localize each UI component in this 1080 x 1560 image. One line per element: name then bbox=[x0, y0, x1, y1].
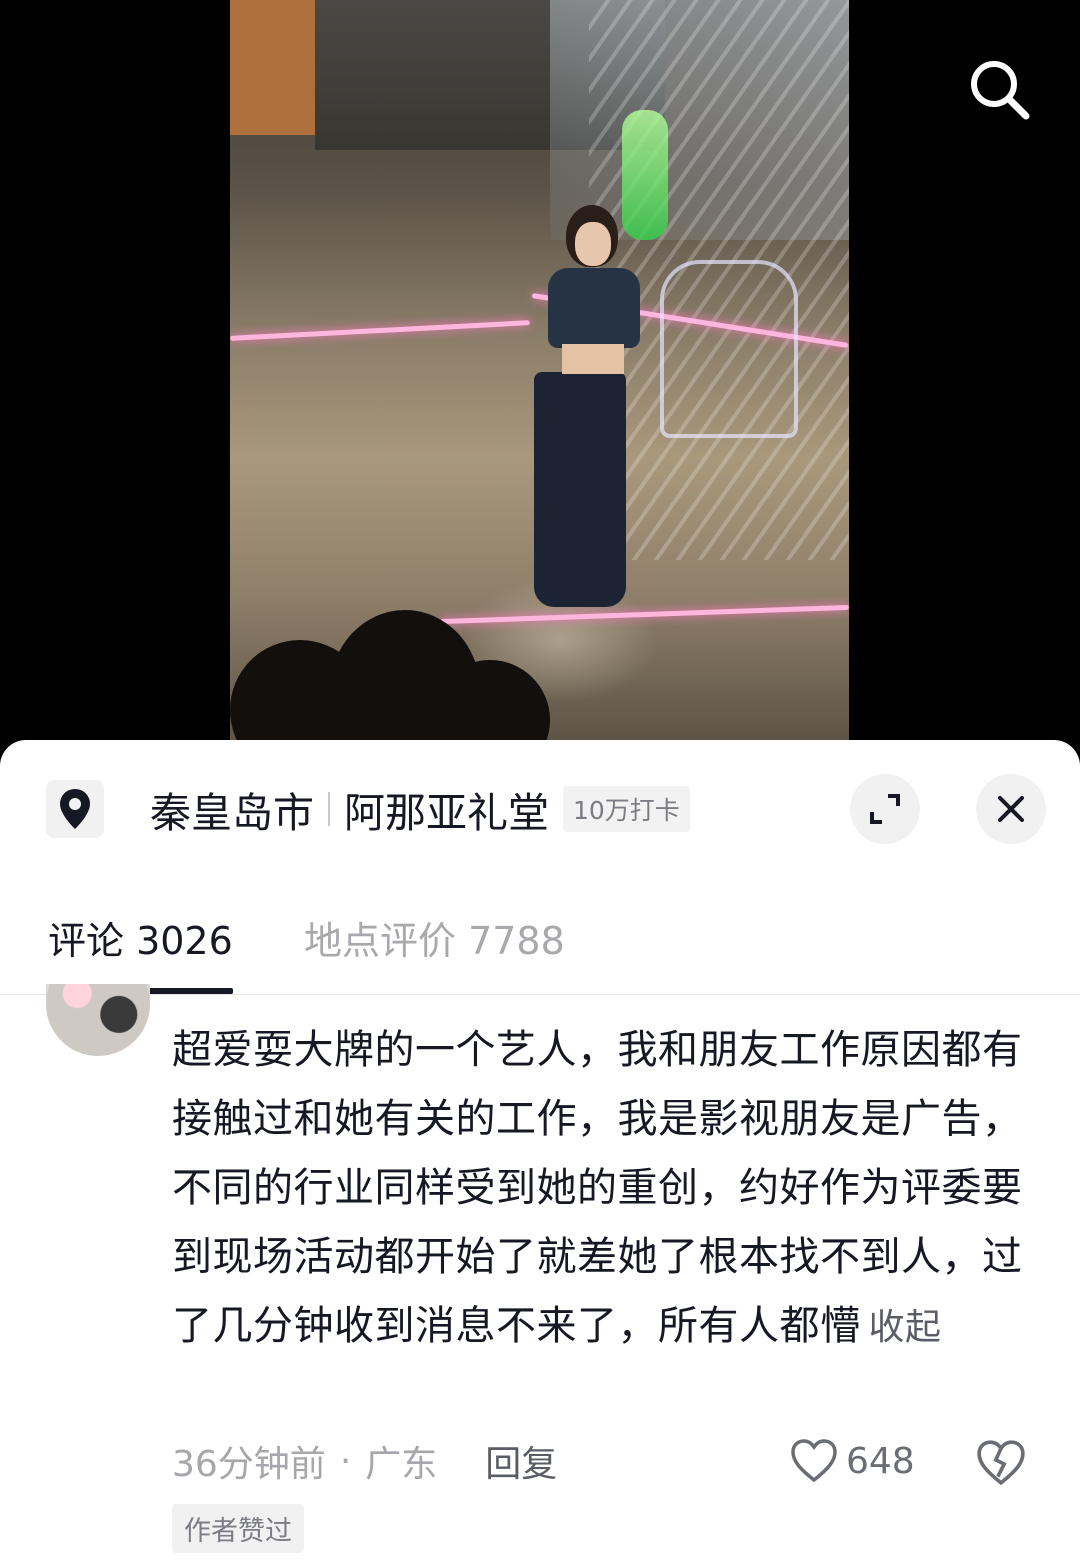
comments-sheet: 秦皇岛市 阿那亚礼堂 10万打卡 评论 3026 地点评价 7788 超爱耍大牌… bbox=[0, 740, 1080, 1560]
performer-top bbox=[548, 268, 640, 348]
comment-meta: 36分钟前 · 广东 回复 bbox=[172, 1434, 557, 1488]
heart-icon bbox=[791, 1439, 837, 1483]
reply-button[interactable]: 回复 bbox=[485, 1435, 557, 1487]
video-player[interactable] bbox=[0, 0, 1080, 760]
comment-time: 36分钟前 bbox=[172, 1444, 326, 1485]
avatar[interactable] bbox=[46, 984, 150, 1056]
tab-place-reviews[interactable]: 地点评价 7788 bbox=[304, 910, 565, 965]
location-title[interactable]: 秦皇岛市 阿那亚礼堂 10万打卡 bbox=[150, 782, 690, 837]
expand-icon bbox=[870, 794, 900, 824]
like-count: 648 bbox=[846, 1440, 915, 1482]
like-button[interactable]: 648 bbox=[790, 1434, 915, 1488]
tab-comments[interactable]: 评论 3026 bbox=[48, 910, 233, 965]
author-liked-badge: 作者赞过 bbox=[172, 1504, 304, 1553]
video-frame[interactable] bbox=[230, 0, 849, 740]
comment-tabs: 评论 3026 地点评价 7788 bbox=[0, 890, 1080, 995]
acrylic-chair bbox=[660, 260, 798, 438]
search-button[interactable] bbox=[962, 52, 1036, 126]
comment-text: 超爱耍大牌的一个艺人，我和朋友工作原因都有接触过和她有关的工作，我是影视朋友是广… bbox=[172, 1027, 1023, 1349]
expand-button[interactable] bbox=[850, 774, 920, 844]
neon-line-left bbox=[230, 320, 530, 341]
avatar-image bbox=[46, 984, 150, 1056]
location-bar[interactable]: 秦皇岛市 阿那亚礼堂 10万打卡 bbox=[0, 774, 1080, 844]
performer-face bbox=[575, 222, 611, 266]
comment-region: 广东 bbox=[365, 1444, 438, 1485]
stage-wall-panel bbox=[230, 0, 315, 135]
performer-waist bbox=[562, 344, 624, 374]
location-venue: 阿那亚礼堂 bbox=[344, 789, 549, 837]
comment-item: 超爱耍大牌的一个艺人，我和朋友工作原因都有接触过和她有关的工作，我是影视朋友是广… bbox=[0, 984, 1080, 1560]
meta-separator: · bbox=[339, 1440, 352, 1482]
performer-skirt bbox=[534, 372, 626, 607]
location-pin-icon bbox=[60, 789, 90, 829]
search-icon bbox=[971, 61, 1030, 120]
checkin-count-badge: 10万打卡 bbox=[563, 786, 690, 832]
neon-line-floor bbox=[440, 604, 849, 625]
green-light-figure bbox=[622, 110, 668, 240]
location-city: 秦皇岛市 bbox=[150, 789, 314, 837]
broken-heart-icon[interactable] bbox=[976, 1438, 1026, 1488]
close-icon bbox=[998, 796, 1024, 822]
comment-body[interactable]: 超爱耍大牌的一个艺人，我和朋友工作原因都有接触过和她有关的工作，我是影视朋友是广… bbox=[172, 1016, 1030, 1362]
close-button[interactable] bbox=[976, 774, 1046, 844]
location-pin-button[interactable] bbox=[46, 780, 104, 838]
collapse-link[interactable]: 收起 bbox=[869, 1307, 942, 1348]
location-divider bbox=[328, 792, 330, 826]
